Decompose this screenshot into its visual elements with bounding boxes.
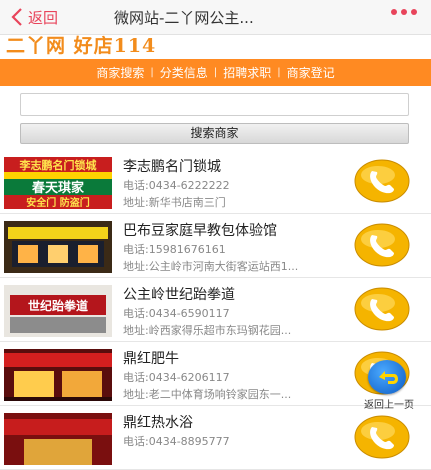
nav-item-classifieds[interactable]: 分类信息 xyxy=(154,64,214,81)
logo-strip: 二丫网 好店114 xyxy=(0,35,431,58)
list-item[interactable]: 世纪跆拳道 公主岭世纪跆拳道 电话:0434-6590117 地址:岭西家得乐超… xyxy=(0,278,431,342)
back-label: 返回 xyxy=(28,8,59,27)
back-to-previous-button[interactable]: 返回上一页 xyxy=(356,360,422,411)
search-input[interactable] xyxy=(20,93,409,116)
nav-item-jobs[interactable]: 招聘求职 xyxy=(217,64,277,81)
page-title: 微网站-二丫网公主... xyxy=(114,9,254,27)
merchant-photo xyxy=(4,413,112,465)
merchant-address: 地址:岭西家得乐超市东玛钢花园... xyxy=(123,324,292,337)
merchant-phone: 电话:15981676161 xyxy=(123,243,226,256)
list-item[interactable]: 鼎红热水浴 电话:0434-8895777 xyxy=(0,406,431,470)
return-arrow-icon xyxy=(368,360,406,394)
nav-separator: | xyxy=(150,67,154,78)
thumb-text: 春天琪家 xyxy=(31,180,85,196)
nav-item-merchant-search[interactable]: 商家搜索 xyxy=(90,64,150,81)
nav-separator: | xyxy=(213,67,218,78)
nav-item-merchant-register[interactable]: 商家登记 xyxy=(281,64,341,81)
merchant-name[interactable]: 公主岭世纪跆拳道 xyxy=(123,284,235,304)
merchant-name[interactable]: 巴布豆家庭早教包体验馆 xyxy=(123,220,277,240)
merchant-photo: 世纪跆拳道 xyxy=(4,285,112,337)
phone-call-icon[interactable] xyxy=(354,159,410,203)
merchant-phone: 电话:0434-6222222 xyxy=(123,179,230,192)
merchant-address: 地址:新华书店南三门 xyxy=(123,196,226,209)
list-item[interactable]: 巴布豆家庭早教包体验馆 电话:15981676161 地址:公主岭市河南大街客运… xyxy=(0,214,431,278)
merchant-name[interactable]: 鼎红肥牛 xyxy=(123,348,179,368)
merchant-address: 地址:公主岭市河南大街客运站西1... xyxy=(123,260,299,273)
merchant-photo xyxy=(4,221,112,273)
list-item[interactable]: 李志鹏名门锁城 春天琪家 安全门 防盗门 李志鹏名门锁城 电话:0434-622… xyxy=(0,150,431,214)
merchant-name[interactable]: 鼎红热水浴 xyxy=(123,412,193,432)
nav-separator: | xyxy=(277,67,281,78)
thumb-text: 安全门 防盗门 xyxy=(26,196,89,209)
merchant-phone: 电话:0434-6590117 xyxy=(123,307,230,320)
merchant-name[interactable]: 李志鹏名门锁城 xyxy=(123,156,221,176)
back-button[interactable]: 返回 xyxy=(10,5,58,29)
more-dots-icon[interactable] xyxy=(391,9,417,15)
thumb-text: 世纪跆拳道 xyxy=(28,298,88,313)
site-logo: 二丫网 好店114 xyxy=(6,35,157,57)
phone-call-icon[interactable] xyxy=(354,287,410,331)
chevron-left-icon xyxy=(11,8,22,26)
merchant-phone: 电话:0434-8895777 xyxy=(123,435,230,448)
merchant-phone: 电话:0434-6206117 xyxy=(123,371,230,384)
top-bar: 返回 微网站-二丫网公主... xyxy=(0,0,431,35)
back-to-previous-label: 返回上一页 xyxy=(364,400,414,411)
search-button[interactable]: 搜索商家 xyxy=(20,123,409,144)
merchant-list: 李志鹏名门锁城 春天琪家 安全门 防盗门 李志鹏名门锁城 电话:0434-622… xyxy=(0,150,431,470)
phone-call-icon[interactable] xyxy=(354,223,410,267)
merchant-photo: 李志鹏名门锁城 春天琪家 安全门 防盗门 xyxy=(4,157,112,209)
merchant-photo xyxy=(4,349,112,401)
category-nav: 商家搜索 | 分类信息 | 招聘求职 | 商家登记 xyxy=(0,59,431,86)
phone-call-icon[interactable] xyxy=(354,415,410,459)
thumb-text: 李志鹏名门锁城 xyxy=(19,158,97,172)
merchant-address: 地址:老二中体育场响铃家园东一... xyxy=(123,388,292,401)
